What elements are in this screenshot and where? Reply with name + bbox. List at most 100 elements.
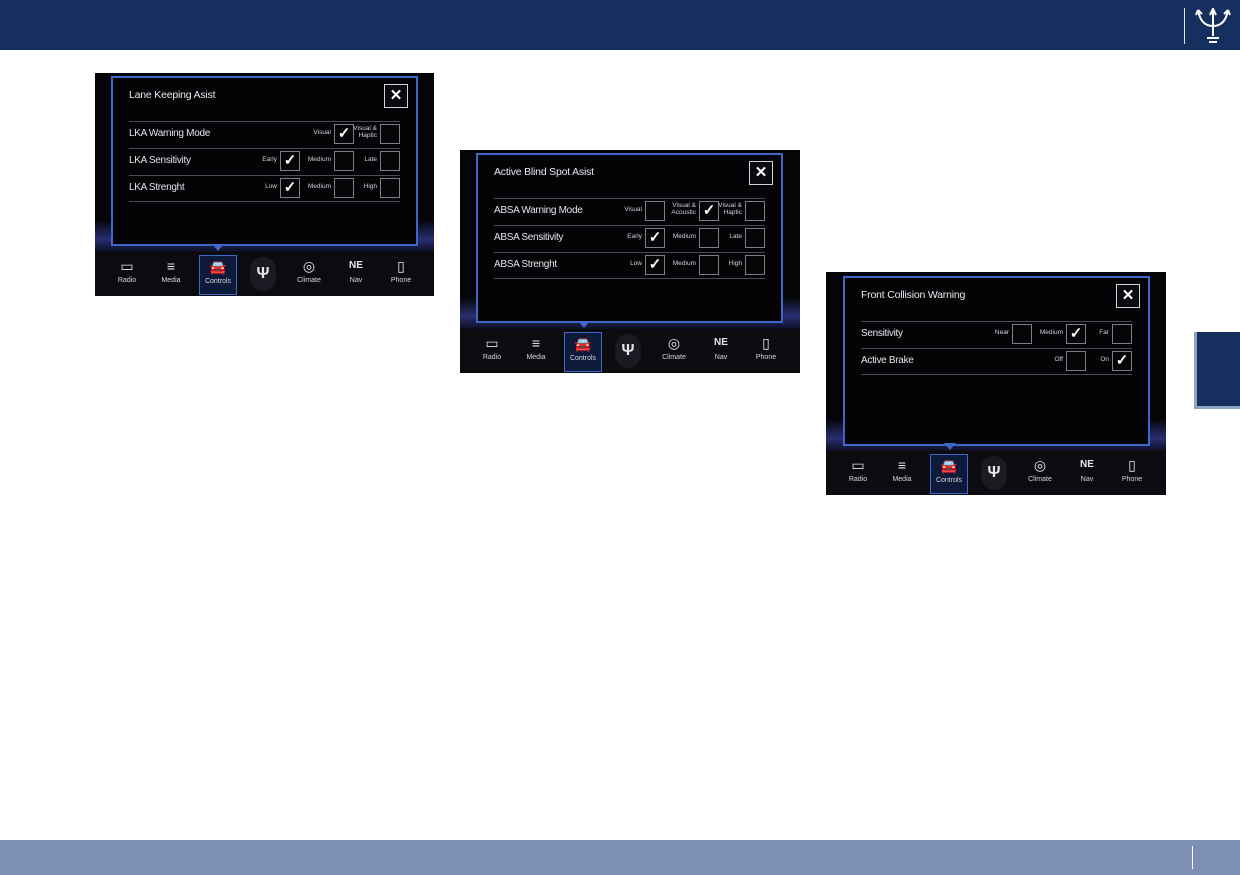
bottom-nav-bar: ▭ Radio ≡ Media 🚘 Controls Ψ ◎ Climate NE Nav ▯ Phon… [460,329,800,373]
trident-icon: Ψ [987,464,1001,481]
nav-label: Media [526,354,546,361]
checkbox-unchecked[interactable] [1112,324,1132,344]
nav-phone[interactable]: ▯ Phone [383,255,419,293]
nav-label: Nav [1080,476,1094,483]
home-brand-button[interactable]: Ψ [981,456,1007,490]
nav-phone[interactable]: ▯ Phone [748,332,784,370]
setting-label: Sensitivity [861,328,903,339]
option-high[interactable]: High [705,255,765,275]
car-icon: 🚘 [574,336,592,352]
nav-radio[interactable]: ▭ Radio [474,332,510,370]
car-icon: 🚘 [209,259,227,275]
nav-radio[interactable]: ▭ Radio [109,255,145,293]
active-blind-spot-assist-screen: Active Blind Spot Asist ✕ ABSA Warning M… [460,150,800,373]
close-button[interactable]: ✕ [1116,284,1140,308]
option-label: Visual & Acoustic [671,202,696,216]
option-early[interactable]: Early ✓ [240,151,300,171]
checkbox-unchecked[interactable] [380,178,400,198]
option-early[interactable]: Early ✓ [605,228,665,248]
car-icon: 🚘 [940,458,958,474]
option-low[interactable]: Low ✓ [605,255,665,275]
nav-label: Phone [1121,476,1143,483]
nav-label: Controls [204,278,232,285]
compass-icon: NE [349,260,363,271]
option-high[interactable]: High [340,178,400,198]
checkbox-unchecked[interactable] [380,124,400,144]
option-low[interactable]: Low ✓ [240,178,300,198]
option-label: Medium [1039,329,1063,336]
dialog-title: Front Collision Warning [861,289,966,301]
nav-climate[interactable]: ◎ Climate [1022,454,1058,492]
setting-row: Sensitivity Near Medium ✓ Far [861,321,1132,347]
setting-label: LKA Warning Mode [129,128,210,139]
climate-icon: ◎ [667,335,681,351]
setting-label: ABSA Strenght [494,259,557,270]
nav-radio[interactable]: ▭ Radio [840,454,876,492]
option-label: Early [262,156,277,163]
settings-dialog: Lane Keeping Asist ✕ LKA Warning Mode Vis… [111,76,418,246]
option-late[interactable]: Late [340,151,400,171]
option-label: Low [630,260,642,267]
option-visual-haptic[interactable]: Visual & Haptic [340,124,400,144]
checkbox-unchecked[interactable] [745,255,765,275]
setting-row: Active Brake Off On ✓ [861,348,1132,375]
option-label: Near [994,329,1009,336]
nav-climate[interactable]: ◎ Climate [656,332,692,370]
checkbox-unchecked[interactable] [745,228,765,248]
setting-row: ABSA Sensitivity Early ✓ Medium Late [494,225,765,251]
dialog-title: Lane Keeping Asist [129,89,216,101]
setting-label: LKA Strenght [129,182,185,193]
setting-label: Active Brake [861,355,914,366]
option-label: Medium [672,233,696,240]
option-far[interactable]: Far [1072,324,1132,344]
option-label: Visual & Haptic [353,125,377,139]
nav-phone[interactable]: ▯ Phone [1114,454,1150,492]
checkbox-checked[interactable]: ✓ [1112,351,1132,371]
maserati-trident-logo-icon [1195,8,1231,43]
nav-label: Radio [117,277,137,284]
nav-media[interactable]: ≡ Media [884,454,920,492]
compass-icon: NE [1080,459,1094,470]
nav-label: Media [161,277,181,284]
nav-controls[interactable]: 🚘 Controls [564,332,602,372]
nav-label: Climate [662,354,686,361]
nav-media[interactable]: ≡ Media [153,255,189,293]
nav-label: Nav [349,277,363,284]
setting-row: LKA Sensitivity Early ✓ Medium Late [129,148,400,174]
page-header-bar [0,0,1240,50]
nav-climate[interactable]: ◎ Climate [291,255,327,293]
nav-label: Controls [935,477,963,484]
nav-label: Climate [1028,476,1052,483]
option-visual[interactable]: Visual [605,201,665,221]
option-on[interactable]: On ✓ [1072,351,1132,371]
nav-nav[interactable]: NE Nav [338,255,374,293]
option-visual-haptic[interactable]: Visual & Haptic [705,201,765,221]
option-label: Far [1099,329,1109,336]
setting-label: ABSA Warning Mode [494,205,583,216]
checkbox-unchecked[interactable] [745,201,765,221]
option-late[interactable]: Late [705,228,765,248]
phone-icon: ▯ [762,335,770,351]
option-label: High [728,260,742,267]
option-near[interactable]: Near [972,324,1032,344]
home-brand-button[interactable]: Ψ [615,334,641,368]
home-brand-button[interactable]: Ψ [250,257,276,291]
close-button[interactable]: ✕ [749,161,773,185]
checkbox-unchecked[interactable] [380,151,400,171]
bottom-nav-bar: ▭ Radio ≡ Media 🚘 Controls Ψ ◎ Climate NE Nav ▯ Phon… [826,451,1166,495]
option-label: Low [265,183,277,190]
nav-controls[interactable]: 🚘 Controls [199,255,237,295]
radio-icon: ▭ [120,258,134,274]
setting-row: LKA Strenght Low ✓ Medium High [129,175,400,202]
nav-nav[interactable]: NE Nav [703,332,739,370]
dialog-title: Active Blind Spot Asist [494,166,594,178]
setting-row: ABSA Warning Mode Visual Visual & Acoustic ✓… [494,198,765,224]
nav-nav[interactable]: NE Nav [1069,454,1105,492]
close-button[interactable]: ✕ [384,84,408,108]
lane-keeping-assist-screen: Lane Keeping Asist ✕ LKA Warning Mode Vis… [95,73,434,296]
active-tab-pointer [212,244,224,251]
media-icon: ≡ [531,335,541,351]
nav-controls[interactable]: 🚘 Controls [930,454,968,494]
nav-label: Radio [482,354,502,361]
nav-media[interactable]: ≡ Media [518,332,554,370]
